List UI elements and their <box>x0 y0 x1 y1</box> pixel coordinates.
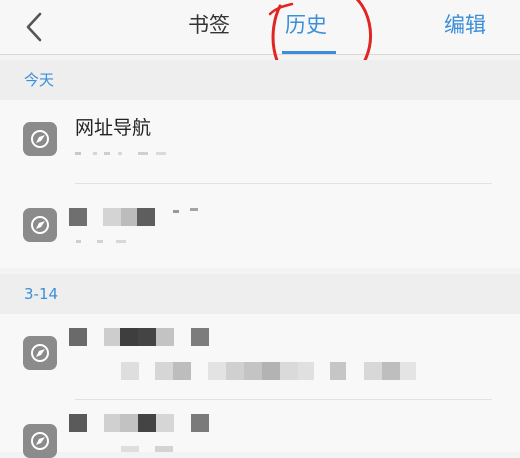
section-header-today: 今天 <box>0 60 520 100</box>
section-label: 今天 <box>24 71 55 89</box>
history-item[interactable] <box>0 400 520 458</box>
active-tab-indicator <box>282 51 336 54</box>
edit-button[interactable]: 编辑 <box>444 10 486 40</box>
globe-icon <box>23 208 57 242</box>
top-navigation-bar: 书签 历史 编辑 <box>0 0 520 55</box>
tab-bookmarks[interactable]: 书签 <box>188 10 230 40</box>
globe-icon <box>23 336 57 370</box>
history-item[interactable] <box>0 314 520 400</box>
section-header-date: 3-14 <box>0 274 520 314</box>
history-item[interactable]: 网址导航 <box>0 100 520 184</box>
back-button[interactable] <box>16 9 52 45</box>
globe-icon <box>23 122 57 156</box>
globe-icon <box>23 424 57 458</box>
tab-history[interactable]: 历史 <box>285 10 327 40</box>
chevron-left-icon <box>26 12 42 42</box>
history-item-title: 网址导航 <box>75 117 152 139</box>
section-label: 3-14 <box>24 285 59 303</box>
history-item[interactable] <box>0 184 520 268</box>
